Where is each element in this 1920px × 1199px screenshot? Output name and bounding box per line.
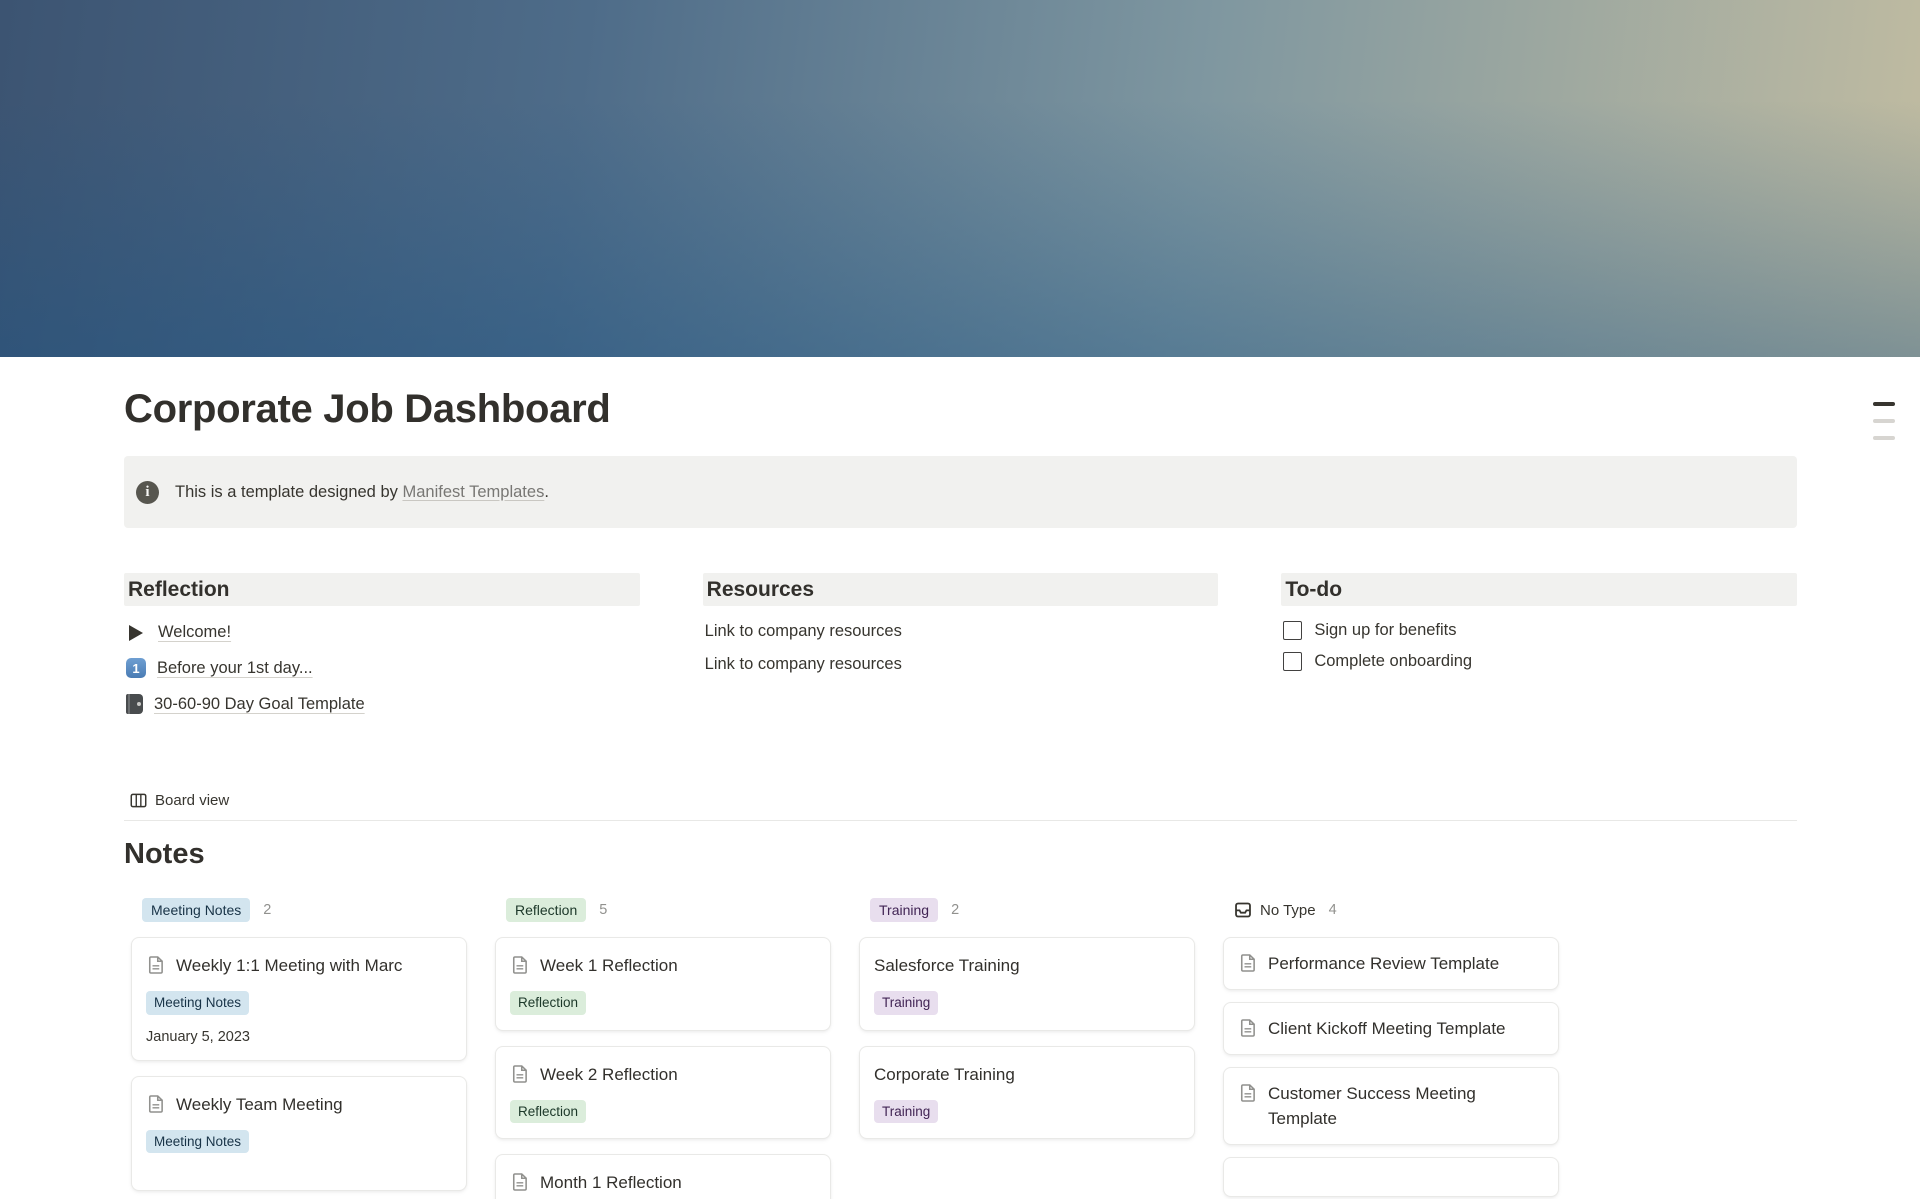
- page-icon: [510, 955, 530, 975]
- card-title: Corporate Training: [874, 1062, 1015, 1087]
- card-weekly-team-meeting[interactable]: Weekly Team Meeting Meeting Notes: [131, 1076, 467, 1191]
- card-partial[interactable]: [1223, 1157, 1559, 1197]
- todo-label: Sign up for benefits: [1314, 621, 1456, 640]
- page-icon: [1238, 953, 1258, 973]
- group-header: Meeting Notes 2: [131, 896, 467, 924]
- board: Meeting Notes 2 Weekly 1:1 Meeting with …: [124, 896, 1797, 1199]
- board-group-no-type: No Type 4 Performance Review Template: [1223, 896, 1559, 1197]
- notebook-icon: [126, 694, 143, 714]
- page-link-row[interactable]: 30-60-90 Day Goal Template: [124, 686, 640, 722]
- page-content: Corporate Job Dashboard i This is a temp…: [0, 387, 1920, 1199]
- card-tag: Training: [874, 991, 938, 1015]
- section-header-todo: To-do: [1281, 573, 1797, 606]
- group-header: Training 2: [859, 896, 1195, 924]
- page-icon: [146, 955, 166, 975]
- group-pill-training[interactable]: Training: [870, 898, 938, 922]
- page-icon: [1238, 1018, 1258, 1038]
- card-month-1-reflection[interactable]: Month 1 Reflection: [495, 1154, 831, 1199]
- card-tag: Training: [874, 1100, 938, 1124]
- group-label-no-type[interactable]: No Type: [1234, 901, 1316, 919]
- card-week-2-reflection[interactable]: Week 2 Reflection Reflection: [495, 1046, 831, 1140]
- page-link-before-first-day[interactable]: Before your 1st day...: [157, 659, 313, 678]
- page-icon: [510, 1172, 530, 1192]
- page-title: Corporate Job Dashboard: [124, 387, 1797, 432]
- board-view-label: Board view: [155, 792, 229, 809]
- card-tag: Meeting Notes: [146, 991, 249, 1015]
- card-title: Salesforce Training: [874, 953, 1020, 978]
- card-title: Performance Review Template: [1268, 951, 1499, 976]
- card-date: January 5, 2023: [146, 1029, 452, 1045]
- notion-page: Corporate Job Dashboard i This is a temp…: [0, 0, 1920, 1199]
- group-header: Reflection 5: [495, 896, 831, 924]
- group-count: 4: [1329, 902, 1337, 918]
- page-link-30-60-90[interactable]: 30-60-90 Day Goal Template: [154, 695, 365, 714]
- page-icon: [510, 1064, 530, 1084]
- group-pill-reflection[interactable]: Reflection: [506, 898, 586, 922]
- one-keycap-icon: 1: [126, 658, 146, 678]
- section-header-reflection: Reflection: [124, 573, 640, 606]
- board-view-icon: [130, 792, 147, 809]
- board-group-training: Training 2 Salesforce Training Training …: [859, 896, 1195, 1139]
- play-icon: [129, 625, 143, 641]
- database-title: Notes: [124, 838, 1797, 871]
- callout-text-after: .: [544, 483, 549, 501]
- todo-item: Sign up for benefits: [1281, 615, 1797, 646]
- resource-link[interactable]: Link to company resources: [703, 615, 1219, 648]
- column-todo: To-do Sign up for benefits Complete onbo…: [1281, 573, 1797, 677]
- page-icon: [1238, 1083, 1258, 1103]
- card-performance-review-template[interactable]: Performance Review Template: [1223, 937, 1559, 990]
- card-title: Client Kickoff Meeting Template: [1268, 1016, 1506, 1041]
- card-tag: Reflection: [510, 1100, 586, 1124]
- todo-item: Complete onboarding: [1281, 646, 1797, 677]
- card-title: Week 2 Reflection: [540, 1062, 678, 1087]
- cover-image: [0, 0, 1920, 357]
- card-title: Month 1 Reflection: [540, 1170, 682, 1195]
- group-count: 5: [599, 902, 607, 918]
- inbox-icon: [1234, 901, 1252, 919]
- card-tag: Meeting Notes: [146, 1130, 249, 1154]
- card-week-1-reflection[interactable]: Week 1 Reflection Reflection: [495, 937, 831, 1031]
- callout: i This is a template designed by Manifes…: [124, 456, 1797, 528]
- toc-line: [1873, 436, 1895, 440]
- column-resources: Resources Link to company resources Link…: [703, 573, 1219, 681]
- card-corporate-training[interactable]: Corporate Training Training: [859, 1046, 1195, 1140]
- card-salesforce-training[interactable]: Salesforce Training Training: [859, 937, 1195, 1031]
- page-link-row[interactable]: 1 Before your 1st day...: [124, 650, 640, 686]
- todo-label: Complete onboarding: [1314, 652, 1472, 671]
- board-group-reflection: Reflection 5 Week 1 Reflection: [495, 896, 831, 1199]
- manifest-templates-link[interactable]: Manifest Templates: [402, 483, 544, 501]
- group-header: No Type 4: [1223, 896, 1559, 924]
- card-client-kickoff-meeting-template[interactable]: Client Kickoff Meeting Template: [1223, 1002, 1559, 1055]
- group-count: 2: [263, 902, 271, 918]
- section-header-resources: Resources: [703, 573, 1219, 606]
- board-group-meeting-notes: Meeting Notes 2 Weekly 1:1 Meeting with …: [131, 896, 467, 1191]
- page-link-welcome[interactable]: Welcome!: [158, 623, 231, 642]
- page-link-row[interactable]: Welcome!: [124, 615, 640, 650]
- table-of-contents-indicator[interactable]: [1873, 402, 1895, 440]
- group-pill-meeting-notes[interactable]: Meeting Notes: [142, 898, 250, 922]
- card-title: Week 1 Reflection: [540, 953, 678, 978]
- group-name: No Type: [1260, 902, 1316, 919]
- card-weekly-11-meeting[interactable]: Weekly 1:1 Meeting with Marc Meeting Not…: [131, 937, 467, 1061]
- card-title: Weekly 1:1 Meeting with Marc: [176, 953, 402, 978]
- card-customer-success-meeting-template[interactable]: Customer Success Meeting Template: [1223, 1067, 1559, 1145]
- toc-line-active: [1873, 402, 1895, 406]
- group-count: 2: [951, 902, 959, 918]
- checkbox-complete-onboarding[interactable]: [1283, 652, 1302, 671]
- checkbox-sign-up-benefits[interactable]: [1283, 621, 1302, 640]
- card-title: Customer Success Meeting Template: [1268, 1081, 1544, 1131]
- view-tabs-bar: Board view: [124, 784, 1797, 821]
- callout-text-before: This is a template designed by: [175, 483, 402, 501]
- card-title: Weekly Team Meeting: [176, 1092, 343, 1117]
- column-reflection: Reflection Welcome! 1 Before your 1st da…: [124, 573, 640, 722]
- toc-line: [1873, 419, 1895, 423]
- page-icon: [146, 1094, 166, 1114]
- card-tag: Reflection: [510, 991, 586, 1015]
- callout-text: This is a template designed by Manifest …: [175, 483, 549, 502]
- resource-link[interactable]: Link to company resources: [703, 648, 1219, 681]
- board-view-tab[interactable]: Board view: [126, 784, 235, 820]
- info-icon: i: [136, 481, 159, 504]
